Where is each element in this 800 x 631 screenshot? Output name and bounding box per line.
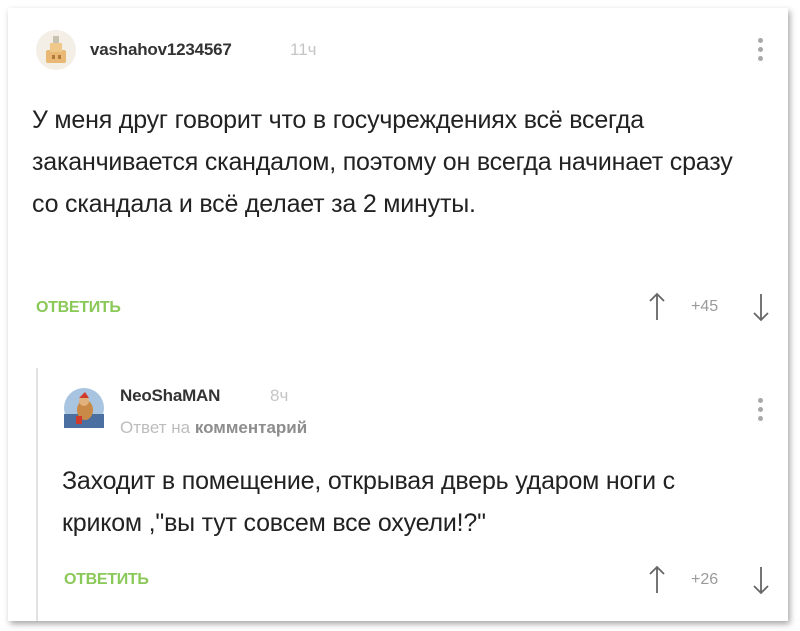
avatar[interactable] [64,388,104,428]
reply-button[interactable]: ОТВЕТИТЬ [36,299,121,317]
rating-value: +45 [691,298,719,315]
comment-thread: vashahov1234567 11ч У меня друг говорит … [8,8,788,621]
thread-line [36,368,38,621]
downvote-arrow-icon[interactable] [752,565,770,595]
reply-prefix: Ответ на [120,418,191,437]
downvote-arrow-icon[interactable] [752,292,770,322]
username[interactable]: vashahov1234567 [90,40,232,60]
more-vertical-icon[interactable] [758,398,764,425]
comment-text: У меня друг говорит что в госучреждениях… [32,106,733,218]
timestamp: 8ч [270,386,289,405]
upvote-arrow-icon[interactable] [648,292,666,322]
reply-to-line: Ответ на комментарий [120,418,307,438]
avatar[interactable] [36,30,76,70]
username[interactable]: NeoShaMAN [120,386,220,406]
more-vertical-icon[interactable] [758,38,764,65]
timestamp: 11ч [290,40,317,59]
reply-button[interactable]: ОТВЕТИТЬ [64,571,149,589]
reply-target-link[interactable]: комментарий [195,418,307,437]
upvote-arrow-icon[interactable] [648,565,666,595]
rating-value: +26 [691,571,719,588]
reply-text: Заходит в помещение, открывая дверь удар… [62,467,675,537]
